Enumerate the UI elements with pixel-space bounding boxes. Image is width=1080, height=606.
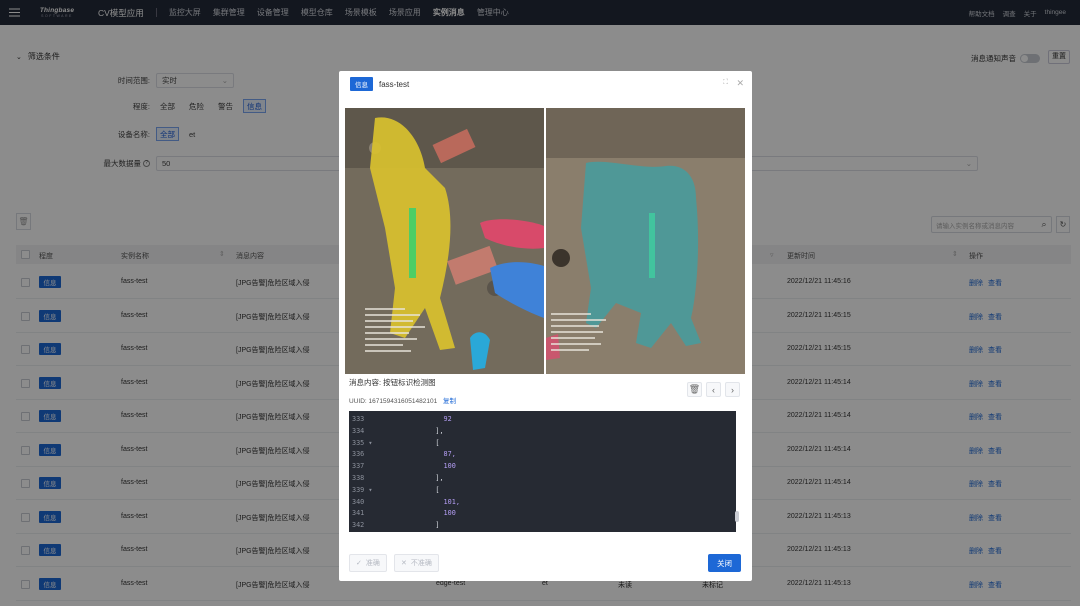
segmentation-image [546,108,745,374]
accurate-button[interactable]: ✓ 准确 [349,554,387,572]
code-line-text: [ [419,438,440,447]
original-image [345,108,544,374]
code-line-number: 337 [352,462,365,471]
uuid-value: 1671594316051482101 [368,398,438,405]
code-line-text: 87, [419,450,456,459]
code-line-number: 342 [352,521,365,530]
message-content: 消息内容: 按钮标识检测图 [349,378,436,387]
json-code-viewer[interactable]: 333 92 334 ], 335 ▾ [336 87, 337 100 338 ], 3… [349,411,736,532]
code-line-text: 100 [419,462,456,471]
code-line-number: 338 [352,474,365,482]
chevron-left-icon: ‹ [712,384,715,395]
code-line-number: 340 [352,497,365,506]
code-line-number: 341 [352,509,365,518]
maximize-icon[interactable]: ⛶ [723,79,728,87]
x-icon: ✕ [401,560,407,567]
close-button[interactable]: 关闭 [708,554,741,572]
delete-button[interactable]: 🗑 [687,382,702,397]
modal-level-badge: 信息 [350,77,373,91]
modal-header: 信息 fass-test ⛶ ✕ [339,71,752,97]
code-line-number: 336 [352,450,365,459]
uuid-line: UUID: 1671594316051482101 复制 [349,395,456,405]
close-icon[interactable]: ✕ [736,78,744,89]
next-button[interactable]: › [725,382,740,397]
uuid-label: UUID: [349,398,367,405]
message-detail-modal: 信息 fass-test ⛶ ✕ 消息内容: 按钮标识检测图 UUID: 167… [339,71,752,581]
code-line-text: 100 [419,509,456,518]
code-line-text: [ [419,485,440,494]
code-scrollbar[interactable] [735,511,739,522]
original-image-graphic [345,108,544,374]
chevron-right-icon: › [731,384,734,395]
code-line-number: 339 ▾ [352,485,373,494]
prev-button[interactable]: ‹ [706,382,721,397]
code-line-number: 333 [352,415,365,423]
copy-link[interactable]: 复制 [443,398,456,405]
code-line-number: 335 ▾ [352,438,373,447]
code-line-number: 334 [352,426,365,435]
accurate-label: 准确 [365,560,380,567]
check-icon: ✓ [356,560,362,567]
modal-title: fass-test [379,79,410,89]
code-line-text: 101, [419,497,460,506]
trash-icon: 🗑 [688,384,701,394]
code-line-text: ] [419,521,440,530]
inaccurate-label: 不准确 [410,560,432,567]
segmentation-image-graphic [546,108,745,374]
code-line-text: ], [419,426,444,435]
code-line-text: ], [419,474,444,482]
code-line-text: 92 [419,415,452,423]
inaccurate-button[interactable]: ✕ 不准确 [394,554,439,572]
